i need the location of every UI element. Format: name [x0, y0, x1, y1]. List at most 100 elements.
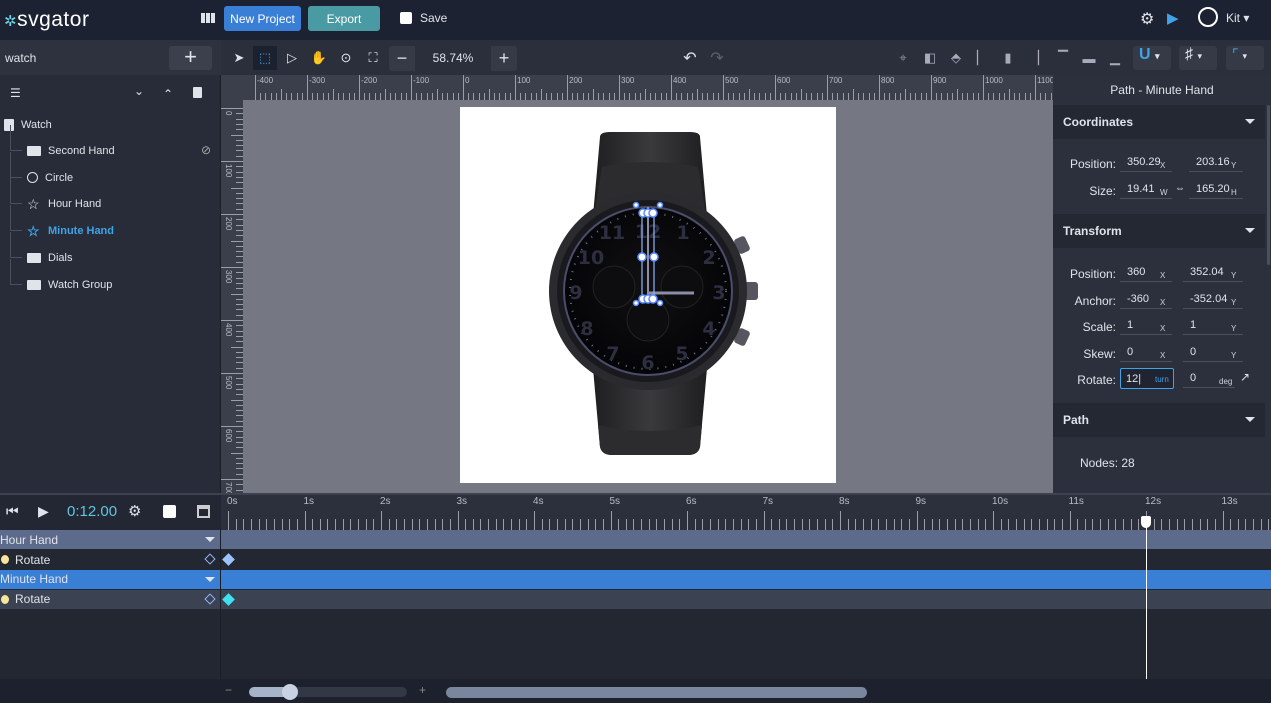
trash-icon[interactable] [193, 87, 202, 98]
save-button[interactable]: Save [400, 11, 447, 25]
timeline-zoom-thumb[interactable] [282, 684, 298, 700]
zoom-level[interactable]: 58.74% [415, 46, 491, 71]
track-rotate[interactable]: Rotate [0, 550, 1271, 569]
sort-icon[interactable]: ☰ [10, 86, 21, 100]
watch-illustration[interactable]: 12 1234567891011 [460, 107, 836, 483]
track-group-hour-hand[interactable]: Hour Hand [0, 530, 1271, 549]
ruler-tick [858, 93, 860, 100]
rotate-deg-input[interactable]: 0 deg [1183, 371, 1235, 388]
collapse-caret-icon[interactable] [205, 576, 215, 582]
zoom-in-timeline[interactable]: + [419, 683, 426, 697]
apps-grid-icon[interactable] [201, 13, 215, 23]
undo-icon[interactable]: ↶ [678, 46, 702, 70]
zoom-out-timeline[interactable]: − [225, 683, 232, 697]
ruler-tick [733, 93, 735, 100]
canvas-stage[interactable]: 12 1 2 3 4 5 6 7 8 9 10 11 [243, 100, 1053, 493]
anc-x-input[interactable]: -360 X [1120, 292, 1172, 309]
track-rotate[interactable]: Rotate [0, 589, 1271, 609]
artboard[interactable]: 12 1 2 3 4 5 6 7 8 9 10 11 [460, 107, 836, 483]
redo-icon[interactable]: ↷ [705, 46, 729, 70]
playhead-handle[interactable] [1141, 516, 1151, 528]
zoom-tool-icon[interactable]: ⊙ [334, 46, 358, 70]
node-tool-icon[interactable]: ▷ [280, 46, 304, 70]
keyframe[interactable] [222, 592, 235, 606]
play-preview-icon[interactable]: ▶ [1167, 9, 1179, 27]
rulers-button[interactable]: ⌜ ▾ [1226, 46, 1264, 70]
user-menu[interactable]: Kit ▾ [1226, 11, 1249, 25]
height-input[interactable]: 165.20 H [1189, 182, 1243, 199]
layer-watch-group[interactable]: Watch Group [0, 258, 220, 298]
rotate-turn-input[interactable]: 12| turn [1120, 368, 1174, 389]
user-avatar[interactable] [1198, 7, 1218, 27]
layer-circle[interactable]: Circle [0, 151, 220, 191]
section-coordinates[interactable]: Coordinates [1053, 105, 1265, 139]
collapse-caret-icon[interactable] [205, 537, 215, 542]
timeline-scrollbar[interactable] [446, 687, 867, 698]
collapse-down-icon[interactable]: ⌄ [134, 84, 144, 98]
layer-watch[interactable]: Watch [0, 112, 220, 138]
inspector-scrollbar[interactable] [1267, 105, 1270, 265]
horizontal-ruler[interactable]: -400 -300 -200 -100 0 100 200 300 400 500 600 700 80… [243, 75, 1053, 100]
center-icon[interactable]: ⌖ [891, 46, 915, 70]
add-keyframe-icon[interactable] [204, 553, 216, 565]
pos-y-input[interactable]: 352.04 Y [1183, 265, 1243, 282]
keyframe[interactable] [222, 553, 235, 566]
fit-screen-icon[interactable]: ⛶ [361, 46, 385, 70]
align-top-icon[interactable]: ▔ [1051, 46, 1075, 70]
anc-y-input[interactable]: -352.04 Y [1183, 292, 1243, 309]
svgator-logo[interactable]: ✲svgator [4, 8, 89, 32]
playhead[interactable] [1146, 516, 1147, 679]
sk-y-input[interactable]: 0Y [1183, 345, 1243, 363]
pos-x-input[interactable]: 360 X [1120, 265, 1172, 282]
flip-vertical-icon[interactable]: ⬘ [944, 46, 968, 70]
link-size-icon[interactable]: ⇔ [1175, 183, 1185, 194]
align-right-icon[interactable]: ▕ [1022, 46, 1046, 70]
align-left-icon[interactable]: ▏ [970, 46, 994, 70]
easing-icon[interactable] [163, 505, 176, 518]
layer-minute-hand[interactable]: ☆ Minute Hand [0, 205, 220, 244]
sc-x-input[interactable]: 1X [1120, 318, 1172, 336]
add-element-button[interactable]: + [169, 46, 212, 70]
animate-rotate-icon[interactable]: ↗ [1240, 370, 1250, 384]
section-transform[interactable]: Transform [1053, 214, 1265, 248]
sc-y-input[interactable]: 1Y [1183, 318, 1243, 336]
current-time[interactable]: 0:12.00 [67, 503, 117, 520]
select-tool-icon[interactable]: ➤ [227, 46, 251, 70]
move-up-icon[interactable]: ⌃ [163, 87, 173, 101]
bulb-icon[interactable] [1, 555, 9, 564]
grid-button[interactable]: ♯ ▾ [1179, 46, 1217, 70]
keyframe-view-icon[interactable] [197, 505, 210, 518]
play-icon[interactable]: ▶ [38, 503, 49, 520]
layer-hour-hand[interactable]: ☆ Hour Hand [0, 178, 220, 217]
zoom-in-button[interactable]: + [491, 48, 517, 69]
zoom-out-button[interactable]: − [389, 48, 415, 69]
coord-y-input[interactable]: 203.16 Y [1189, 155, 1243, 172]
bulb-icon[interactable] [1, 594, 9, 604]
layer-dials[interactable]: Dials [0, 231, 220, 271]
time-tick [572, 519, 574, 530]
snap-magnet-button[interactable]: U ▾ [1133, 46, 1171, 70]
section-path[interactable]: Path [1053, 403, 1265, 437]
coord-x-input[interactable]: 350.29 X [1120, 155, 1172, 172]
settings-icon[interactable]: ⚙ [1140, 9, 1154, 29]
align-center-icon[interactable]: ▮ [996, 46, 1020, 70]
go-to-start-icon[interactable]: ⏮ [6, 503, 19, 520]
add-keyframe-icon[interactable] [204, 592, 216, 605]
timeline-settings-icon[interactable]: ⚙ [128, 502, 141, 520]
project-name[interactable]: watch [5, 51, 36, 65]
align-bottom-icon[interactable]: ▁ [1103, 46, 1127, 70]
vertical-ruler[interactable]: 0 100 200 300 400 500 600 700 [221, 100, 243, 493]
hidden-eye-icon[interactable]: ⊘ [201, 143, 211, 157]
align-middle-icon[interactable]: ▬ [1077, 46, 1101, 70]
width-input[interactable]: 19.41 W [1120, 182, 1172, 199]
new-project-button[interactable]: New Project [224, 6, 301, 31]
timeline-zoom-slider[interactable] [249, 687, 407, 697]
export-button[interactable]: Export [308, 6, 380, 31]
layer-second-hand[interactable]: Second Hand ⊘ [0, 125, 220, 164]
flip-horizontal-icon[interactable]: ◧ [918, 46, 942, 70]
transform-tool-icon[interactable]: ⬚ [253, 46, 277, 70]
track-group-minute-hand[interactable]: Minute Hand [0, 569, 1271, 589]
hand-tool-icon[interactable]: ✋ [307, 46, 331, 70]
time-ruler[interactable]: 0s 1s 2s 3s 4s 5s 6s 7s 8s 9s 10s 11s 12s 13s [221, 495, 1271, 530]
sk-x-input[interactable]: 0X [1120, 345, 1172, 363]
